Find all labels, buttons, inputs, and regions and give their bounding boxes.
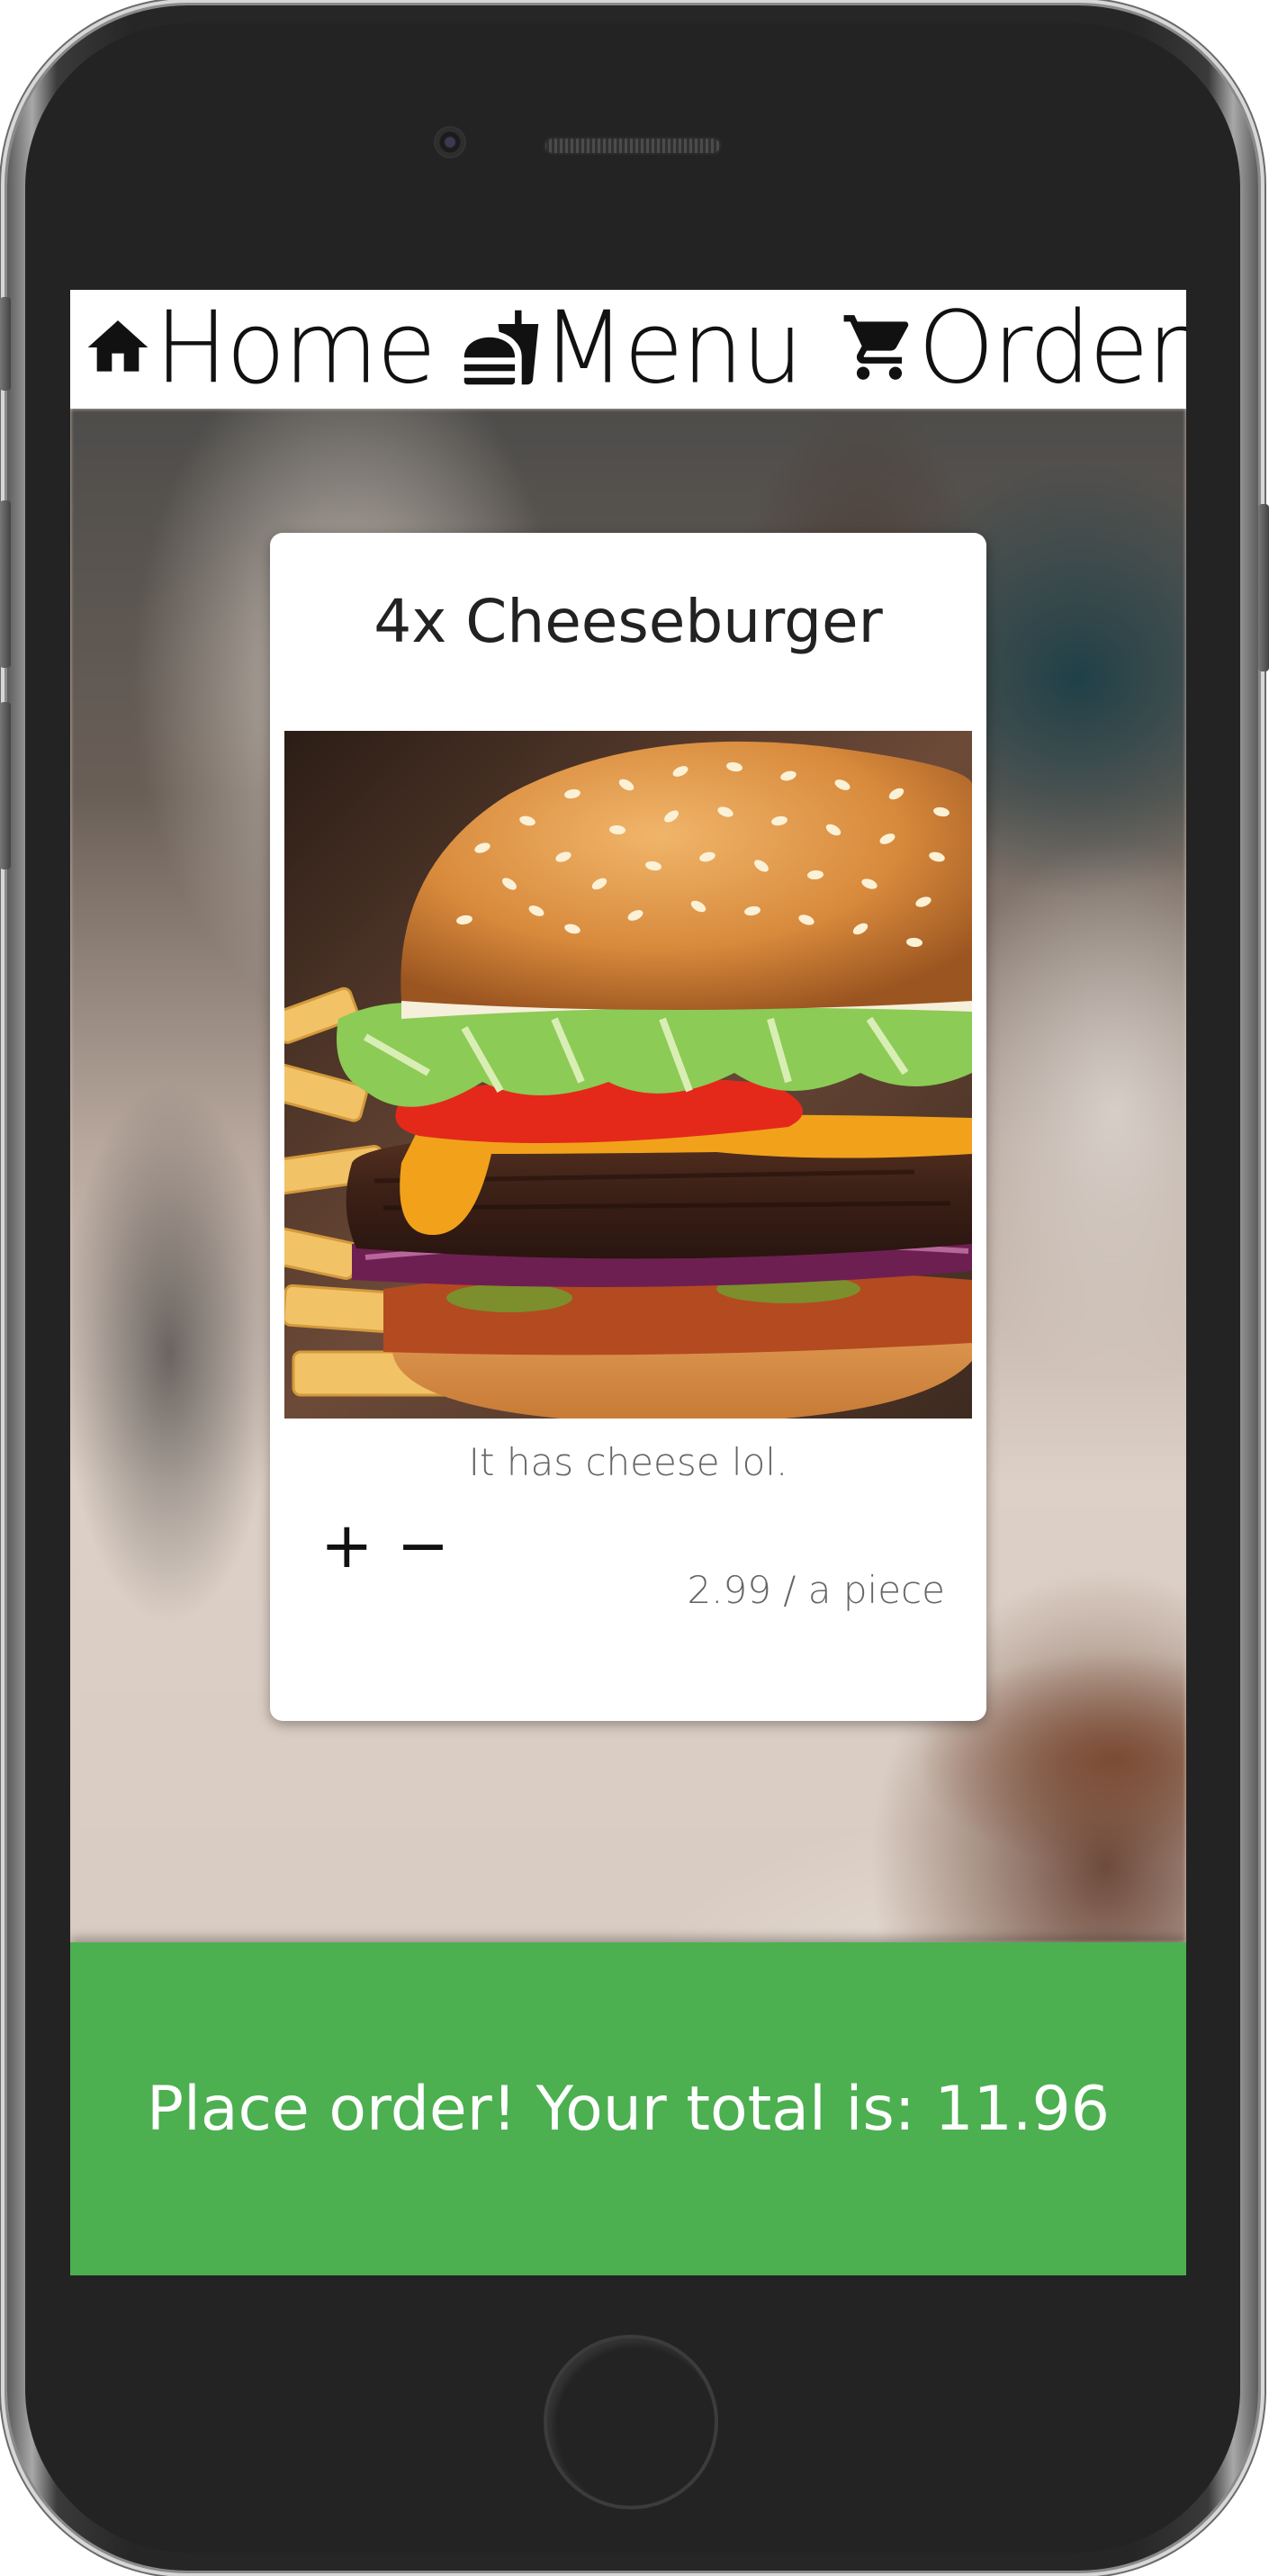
quantity-controls: + − — [320, 1514, 449, 1577]
nav-order[interactable]: Order — [841, 290, 1186, 409]
earpiece-speaker — [544, 137, 722, 155]
cheeseburger-photo — [284, 731, 972, 1419]
app-screen: Home Menu Order 4x Cheeseburger It has c… — [70, 290, 1186, 2275]
nav-menu-label: Menu — [542, 291, 804, 407]
decrease-quantity-button[interactable]: − — [397, 1514, 450, 1577]
nav-order-label: Order — [918, 291, 1186, 407]
place-order-label: Place order! Your total is: 11.96 — [146, 2073, 1110, 2145]
home-icon — [81, 311, 155, 388]
top-nav: Home Menu Order — [70, 290, 1186, 409]
place-order-button[interactable]: Place order! Your total is: 11.96 — [70, 1942, 1186, 2275]
product-title: 4x Cheeseburger — [374, 587, 883, 656]
fastfood-icon — [461, 307, 542, 392]
power-button — [1258, 504, 1269, 671]
product-card: 4x Cheeseburger It has cheese lol. + − 2… — [270, 533, 986, 1721]
volume-down-button — [0, 702, 11, 869]
increase-quantity-button[interactable]: + — [320, 1514, 374, 1577]
phone-home-button[interactable] — [544, 2335, 718, 2509]
volume-up-button — [0, 500, 11, 668]
nav-home[interactable]: Home — [81, 290, 436, 409]
nav-home-label: Home — [155, 291, 436, 407]
nav-menu[interactable]: Menu — [461, 290, 804, 409]
shopping-cart-icon — [841, 309, 918, 391]
product-price: 2.99 / a piece — [687, 1568, 945, 1612]
front-camera — [436, 128, 464, 157]
product-description: It has cheese lol. — [468, 1440, 788, 1484]
mute-switch — [0, 297, 11, 391]
